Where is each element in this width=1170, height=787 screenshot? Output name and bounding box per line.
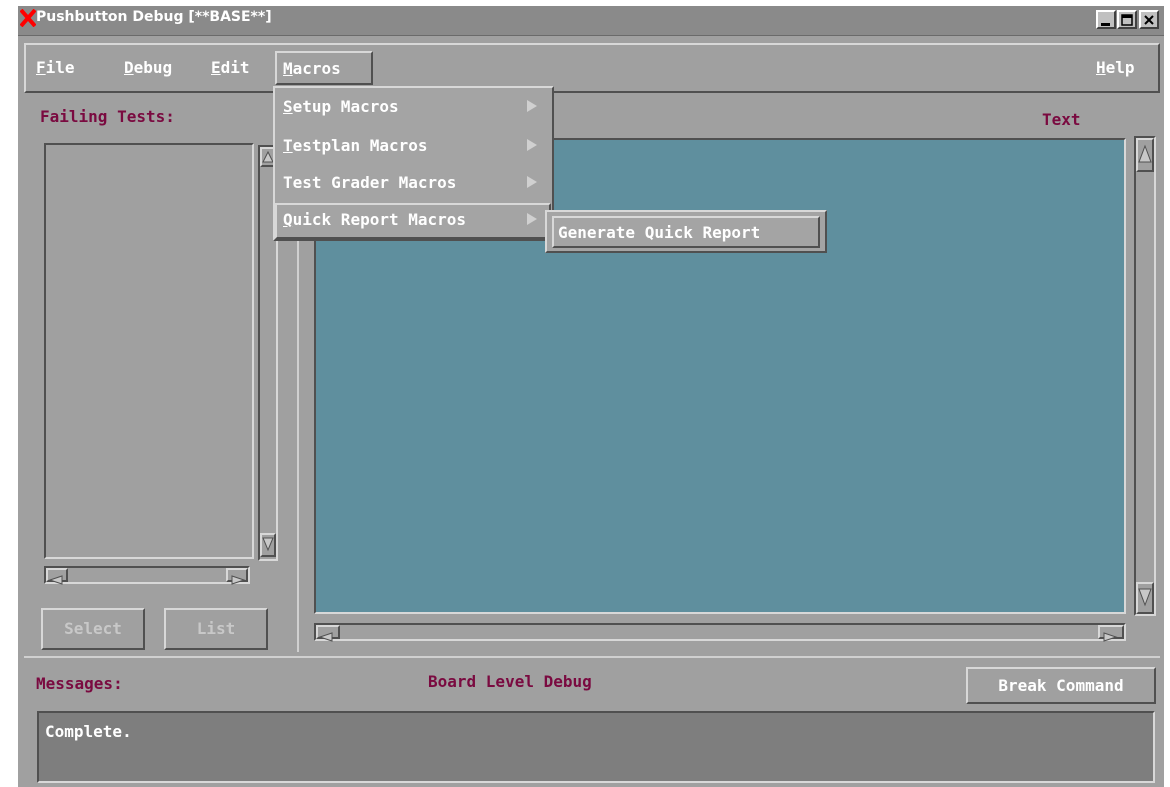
menu-edit[interactable]: Edit — [205, 52, 256, 85]
text-scroll-right-button[interactable] — [1098, 625, 1124, 642]
list-button-label: List — [196, 619, 236, 638]
select-button-label: Select — [64, 619, 122, 638]
failing-tests-hscrollbar[interactable] — [44, 566, 250, 584]
menu-item-setup-macros[interactable]: Setup Macros — [283, 92, 399, 122]
arrow-down-icon — [1138, 588, 1152, 607]
close-icon — [1144, 14, 1154, 25]
scroll-right-button[interactable] — [226, 568, 248, 585]
menu-help[interactable]: Help — [1090, 52, 1141, 85]
list-button[interactable]: List — [164, 608, 268, 650]
menu-bar — [24, 43, 1160, 93]
message-box[interactable] — [37, 711, 1155, 783]
select-button[interactable]: Select — [41, 608, 145, 650]
break-command-label: Break Command — [998, 676, 1124, 695]
submenu-arrow-icon — [527, 176, 537, 188]
minimize-button[interactable] — [1096, 10, 1116, 29]
submenu-arrow-icon — [527, 213, 537, 225]
text-scroll-down-button[interactable] — [1136, 582, 1154, 614]
maximize-button[interactable] — [1117, 10, 1137, 29]
menu-item-testplan-macros[interactable]: Testplan Macros — [283, 131, 428, 161]
submenu-arrow-icon — [527, 139, 537, 151]
failing-tests-label: Failing Tests: — [40, 107, 175, 126]
menu-macros[interactable]: Macros — [275, 51, 373, 85]
scroll-down-button[interactable] — [260, 533, 276, 557]
messages-label: Messages: — [36, 674, 123, 693]
minimize-icon — [1101, 22, 1110, 26]
x-logo-icon — [20, 9, 36, 27]
menu-item-test-grader-macros[interactable]: Test Grader Macros — [283, 168, 456, 198]
menu-item-quick-report-macros[interactable]: Quick Report Macros — [283, 205, 466, 235]
arrow-left-icon — [318, 632, 333, 642]
bottom-divider — [24, 656, 1160, 658]
menu-file[interactable]: File — [30, 52, 81, 85]
text-scroll-up-button[interactable] — [1136, 138, 1154, 172]
failing-tests-list[interactable] — [44, 143, 254, 559]
close-button[interactable] — [1139, 10, 1159, 29]
status-label: Board Level Debug — [428, 672, 592, 691]
menu-debug[interactable]: Debug — [118, 52, 178, 85]
scroll-left-button[interactable] — [46, 568, 68, 585]
text-scroll-left-button[interactable] — [316, 625, 340, 642]
arrow-left-icon — [48, 575, 63, 585]
window-title: Pushbutton Debug [**BASE**] — [36, 9, 272, 25]
text-hscrollbar[interactable] — [314, 623, 1126, 641]
arrow-up-icon — [1138, 144, 1152, 163]
submenu-arrow-icon — [527, 100, 537, 112]
text-vscrollbar[interactable] — [1134, 136, 1156, 616]
arrow-right-icon — [1103, 632, 1118, 642]
arrow-right-icon — [231, 575, 246, 585]
message-text: Complete. — [45, 722, 132, 741]
maximize-icon — [1121, 13, 1133, 26]
menu-item-generate-quick-report[interactable]: Generate Quick Report — [552, 216, 820, 248]
text-label: Text — [1042, 110, 1081, 129]
break-command-button[interactable]: Break Command — [966, 667, 1156, 704]
arrow-down-icon — [262, 537, 274, 552]
